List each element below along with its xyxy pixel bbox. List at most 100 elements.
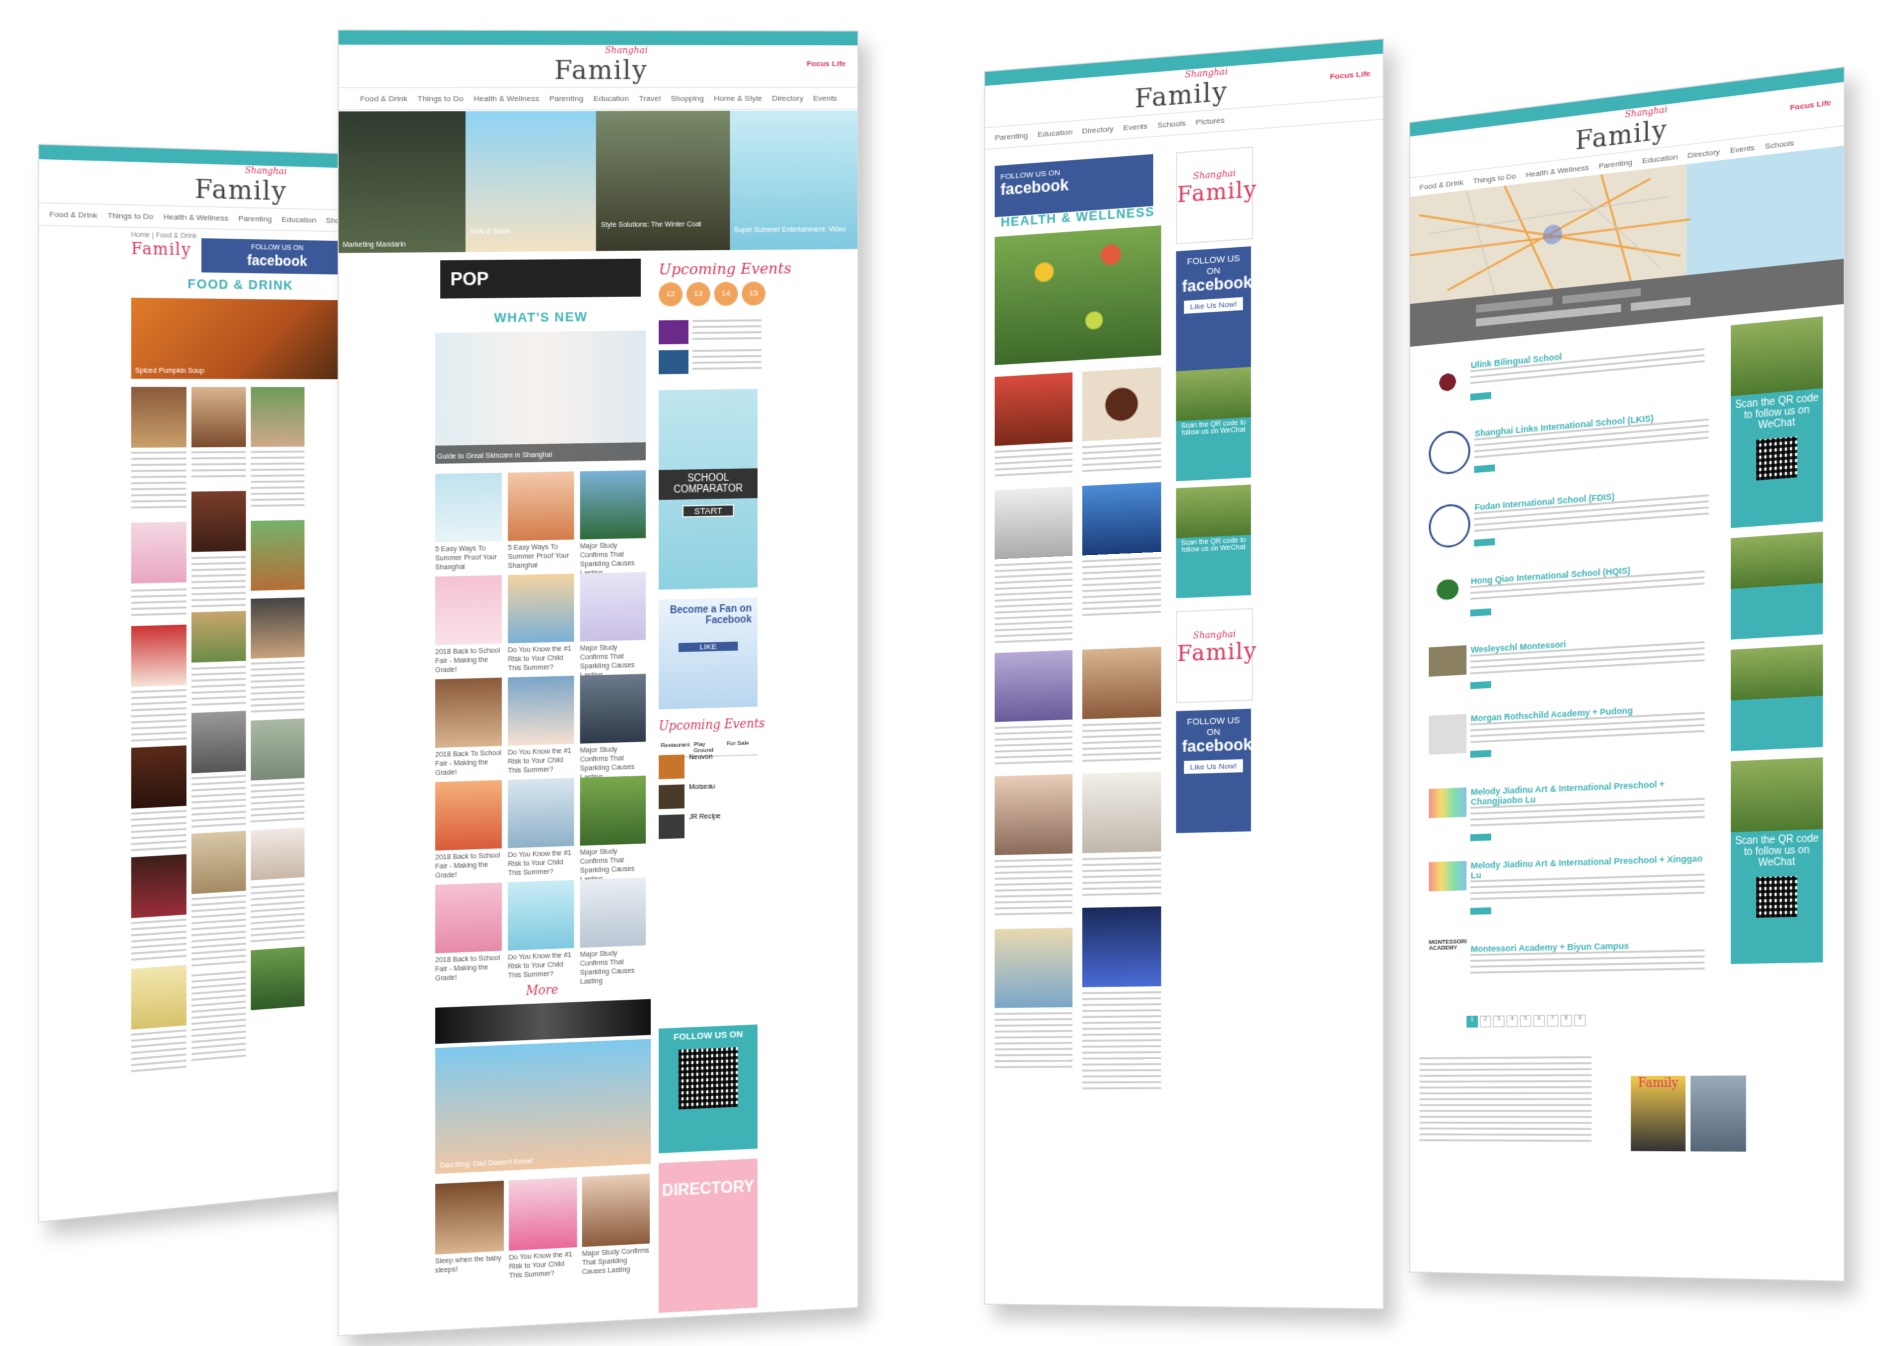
article-thumb[interactable]	[582, 1174, 650, 1247]
article-thumb[interactable]	[435, 882, 502, 953]
article-caption[interactable]: 2018 Back to School Fair - Making the Gr…	[435, 646, 502, 675]
article-caption[interactable]: 2018 Back to School Fair - Making the Gr…	[435, 954, 502, 984]
article-thumb[interactable]	[191, 611, 245, 663]
nav-item[interactable]: Directory	[1082, 124, 1113, 135]
school-listing[interactable]: Shanghai Links International School (LKI…	[1429, 408, 1711, 481]
facebook-fan-widget[interactable]: Become a Fan on Facebook LIKE	[659, 597, 758, 709]
article-thumb[interactable]	[1082, 482, 1161, 555]
page-button[interactable]: 3	[1493, 1015, 1504, 1027]
article-thumb[interactable]	[191, 491, 245, 552]
nav-item[interactable]: Parenting	[549, 94, 583, 103]
article-thumb[interactable]	[995, 372, 1073, 446]
carousel-slide[interactable]	[596, 111, 730, 251]
article-thumb[interactable]	[251, 520, 305, 591]
wechat-panel[interactable]: Scan the QR code to follow us on WeChat	[1176, 485, 1251, 599]
search-input[interactable]	[1562, 288, 1640, 304]
article-thumb[interactable]	[251, 597, 305, 658]
read-more-button[interactable]	[1471, 834, 1492, 842]
event-item[interactable]	[659, 320, 689, 344]
nav-item[interactable]: Directory	[772, 94, 803, 103]
search-button[interactable]	[1631, 297, 1691, 311]
school-listing[interactable]: Fudan International School (FDIS)	[1429, 484, 1711, 555]
nav-item[interactable]: Education	[593, 94, 628, 103]
like-button[interactable]: Like Us Now!	[1184, 759, 1243, 774]
article-caption[interactable]: Do You Know the #1 Risk to Your Child Th…	[508, 951, 574, 981]
nav-item[interactable]: Parenting	[995, 131, 1028, 142]
article-thumb[interactable]	[995, 928, 1073, 1008]
article-thumb[interactable]	[508, 574, 574, 644]
read-more-button[interactable]	[1471, 392, 1492, 401]
wechat-follow-box[interactable]: FOLLOW US ON	[659, 1024, 758, 1153]
article-caption[interactable]: 5 Easy Ways To Summer Proof Your Shangha…	[508, 543, 574, 571]
school-listing[interactable]: Hong Qiao International School (HQIS)	[1429, 560, 1711, 624]
list-item[interactable]: Neuvon	[659, 752, 758, 781]
site-logo[interactable]: Shanghai Family	[1135, 67, 1228, 114]
event-date[interactable]: 14	[714, 282, 738, 306]
nav-item[interactable]: Things to Do	[108, 211, 154, 221]
wechat-panel[interactable]	[1731, 532, 1823, 640]
ad-banner[interactable]	[435, 999, 651, 1044]
nav-item[interactable]: Things to Do	[418, 94, 464, 103]
article-thumb[interactable]	[1082, 906, 1161, 987]
directory-widget[interactable]: DIRECTORY	[659, 1159, 758, 1313]
article-thumb[interactable]	[131, 965, 186, 1030]
page-button[interactable]: 5	[1520, 1015, 1532, 1027]
nav-item[interactable]: Health & Wellness	[163, 212, 228, 222]
article-thumb[interactable]	[435, 473, 502, 543]
facebook-sidebar-box[interactable]: FOLLOW US ON facebook Like Us Now!	[1176, 246, 1251, 373]
list-item[interactable]: JR Recipe	[659, 812, 758, 841]
article-thumb[interactable]	[508, 471, 574, 540]
article-thumb[interactable]	[435, 1181, 504, 1255]
article-thumb[interactable]	[251, 947, 305, 1011]
article-thumb[interactable]	[131, 387, 186, 448]
article-thumb[interactable]	[435, 780, 502, 851]
wechat-panel[interactable]: Scan the QR code to follow us on WeChat	[1176, 367, 1251, 481]
school-listing[interactable]: Morgan Rothschild Academy + Pudong	[1429, 701, 1711, 764]
read-more-button[interactable]	[1471, 750, 1492, 758]
page-button[interactable]: 8	[1560, 1015, 1572, 1027]
page-button[interactable]: 6	[1533, 1015, 1545, 1027]
article-thumb[interactable]	[508, 778, 574, 848]
nav-item[interactable]: Events	[1730, 143, 1755, 155]
article-thumb[interactable]	[191, 831, 245, 894]
read-more-button[interactable]	[1475, 464, 1496, 473]
article-caption[interactable]: 2018 Back to School Fair - Making the Gr…	[435, 851, 502, 880]
article-thumb[interactable]	[1082, 367, 1161, 441]
nav-item[interactable]: Schools	[1157, 119, 1185, 130]
read-more-button[interactable]	[1475, 538, 1496, 546]
nav-item[interactable]: Education	[282, 215, 317, 225]
page-button[interactable]: 9	[1574, 1014, 1586, 1026]
sidebar-logo-box[interactable]: Shanghai Family	[1176, 608, 1253, 703]
read-more-button[interactable]	[1471, 681, 1492, 689]
article-thumb[interactable]	[131, 745, 186, 808]
nav-item[interactable]: Food & Drink	[49, 210, 97, 220]
page-button[interactable]: 2	[1480, 1016, 1491, 1028]
nav-item[interactable]: Food & Drink	[360, 94, 407, 103]
nav-item[interactable]: Home & Style	[714, 94, 762, 103]
like-button[interactable]: Like Us Now!	[1184, 297, 1243, 314]
facebook-sidebar-box[interactable]: FOLLOW US ON facebook Like Us Now!	[1176, 709, 1251, 833]
nav-item[interactable]: Shopping	[671, 94, 704, 103]
site-logo[interactable]: Shanghai Family	[195, 165, 287, 207]
start-button[interactable]: START	[683, 504, 734, 517]
article-thumb[interactable]	[191, 711, 245, 774]
sponsor-logo[interactable]: Focus Life	[807, 59, 846, 68]
nav-item[interactable]: Travel	[639, 94, 661, 103]
article-thumb[interactable]	[1082, 772, 1161, 854]
small-logo[interactable]: Family	[131, 239, 191, 268]
search-input[interactable]	[1476, 297, 1553, 313]
page-button[interactable]: 4	[1506, 1015, 1517, 1027]
article-caption[interactable]: Major Study Confirms That Sparkling Caus…	[580, 948, 646, 987]
article-thumb[interactable]	[508, 880, 574, 951]
sidebar-logo-box[interactable]: Shanghai Family	[1176, 147, 1253, 245]
article-thumb[interactable]	[251, 387, 305, 447]
page-button[interactable]: 1	[1466, 1016, 1477, 1028]
article-thumb[interactable]	[1082, 647, 1161, 719]
event-date[interactable]: 15	[742, 282, 766, 306]
nav-item[interactable]: Parenting	[1599, 158, 1633, 171]
wechat-panel[interactable]: Scan the QR code to follow us on WeChat	[1731, 316, 1823, 528]
article-thumb[interactable]	[191, 387, 245, 447]
article-thumb[interactable]	[995, 774, 1073, 855]
magazine-cover[interactable]	[1691, 1075, 1746, 1151]
sponsor-logo[interactable]: Focus Life	[1330, 69, 1371, 81]
